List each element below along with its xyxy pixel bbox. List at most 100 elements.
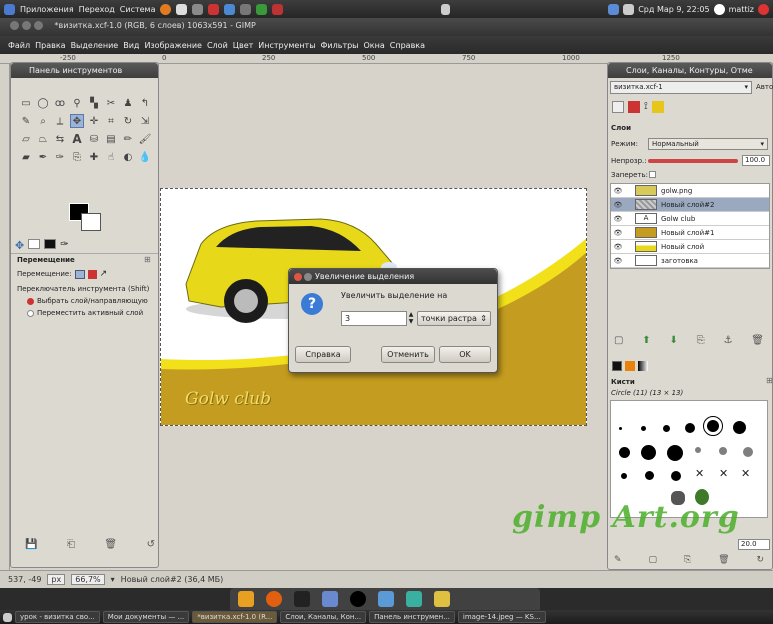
blue-app-launcher-icon[interactable]	[224, 3, 236, 15]
foreground-select-icon[interactable]: ♟	[121, 96, 135, 110]
delete-layer-icon[interactable]: 🗑	[751, 335, 764, 346]
background-color-swatch[interactable]	[81, 213, 101, 231]
red-app-launcher-icon[interactable]	[208, 3, 220, 15]
opacity-value[interactable]: 100.0	[742, 155, 770, 166]
raise-layer-icon[interactable]: ⬆	[642, 335, 650, 346]
patterns-tab-icon[interactable]	[44, 239, 57, 249]
cancel-button[interactable]: Отменить	[381, 346, 435, 363]
channels-tab-icon[interactable]	[628, 101, 640, 113]
menu-windows[interactable]: Окна	[364, 41, 385, 50]
taskbar-item[interactable]: Слои, Каналы, Кон...	[280, 611, 367, 623]
toolbox-title[interactable]: Панель инструментов	[11, 63, 158, 78]
zoom-icon[interactable]: ⌕	[36, 114, 50, 128]
cross-brush-icon[interactable]: ✕	[719, 467, 728, 480]
save-options-icon[interactable]: 💾	[25, 539, 37, 550]
taskbar-item-active[interactable]: *визитка.xcf-1.0 (R...	[192, 611, 278, 623]
terminal-launcher-icon[interactable]	[176, 3, 188, 15]
scale-icon[interactable]: ⇲	[138, 114, 152, 128]
reset-options-icon[interactable]: ↺	[147, 539, 155, 550]
firefox-launcher-icon[interactable]	[160, 3, 172, 15]
show-desktop-icon[interactable]	[3, 612, 12, 622]
dialog-minimize-icon[interactable]	[304, 273, 312, 281]
ubuntu-logo-icon[interactable]	[4, 3, 15, 15]
text-tool-icon[interactable]: A	[70, 132, 84, 146]
layer-row[interactable]: 👁 Новый слой#1	[611, 226, 769, 240]
dock-app-icon[interactable]	[378, 591, 394, 607]
anchor-layer-icon[interactable]: ⚓	[723, 335, 732, 346]
bucket-fill-icon[interactable]: ⛁	[87, 132, 101, 146]
tray-display-icon[interactable]	[608, 3, 620, 15]
menu-edit[interactable]: Правка	[35, 41, 65, 50]
move-options-tab-icon[interactable]: ✥	[15, 239, 24, 253]
zoom-dropdown-icon[interactable]: ▾	[111, 575, 115, 584]
undo-tab-icon[interactable]	[651, 101, 664, 113]
gradients-tab-icon[interactable]	[638, 361, 648, 371]
dialog-close-icon[interactable]	[294, 273, 302, 281]
refresh-brushes-icon[interactable]: ↻	[756, 555, 764, 565]
close-window-icon[interactable]	[10, 21, 19, 30]
menu-image[interactable]: Изображение	[144, 41, 202, 50]
heal-icon[interactable]: ✚	[87, 150, 101, 164]
ellipse-select-icon[interactable]: ◯	[36, 96, 50, 110]
layers-dock-title[interactable]: Слои, Каналы, Контуры, Отме	[608, 63, 772, 78]
smudge-icon[interactable]: ☝	[104, 150, 118, 164]
clone-icon[interactable]: ⎘	[70, 150, 84, 164]
zoom-selector[interactable]: 66,7%	[71, 574, 105, 585]
cross-brush-icon[interactable]: ✕	[695, 467, 704, 480]
taskbar-item[interactable]: Мои документы — ...	[102, 611, 190, 623]
lower-layer-icon[interactable]: ⬇	[669, 335, 677, 346]
duplicate-brush-icon[interactable]: ⎘	[684, 555, 691, 565]
maximize-window-icon[interactable]	[34, 21, 43, 30]
menu-tools[interactable]: Инструменты	[258, 41, 315, 50]
unit-selector[interactable]: px	[47, 574, 66, 585]
layers-tab-icon[interactable]	[612, 101, 624, 113]
auto-button[interactable]: Авто	[756, 83, 773, 91]
dock-tux-icon[interactable]	[350, 591, 366, 607]
help-button[interactable]: Справка	[295, 346, 351, 363]
dock-app-icon[interactable]	[238, 591, 254, 607]
perspective-icon[interactable]: ⏢	[36, 132, 50, 146]
taskbar-item[interactable]: image-14.jpeg — KS...	[457, 611, 546, 623]
menu-places[interactable]: Переход	[79, 5, 115, 14]
paths-tab-icon[interactable]: ⟟	[644, 101, 648, 113]
gray-app-launcher-icon[interactable]	[240, 3, 252, 15]
swirl-app-launcher-icon[interactable]	[272, 3, 284, 15]
menu-layer[interactable]: Слой	[207, 41, 228, 50]
move-path-icon[interactable]: ↗	[100, 269, 108, 279]
fuzzy-select-icon[interactable]: ⚲	[70, 96, 84, 110]
blend-icon[interactable]: ▤	[104, 132, 118, 146]
tray-tool-icon[interactable]	[441, 3, 451, 15]
mode-select[interactable]: Нормальный ▾	[648, 138, 768, 150]
taskbar-item[interactable]: урок - визитка сво...	[15, 611, 100, 623]
user-name[interactable]: mattiz	[729, 5, 754, 14]
visibility-eye-icon[interactable]: 👁	[611, 201, 625, 209]
paintbrush-icon[interactable]: 🖌	[138, 132, 152, 146]
paths-icon[interactable]: ↰	[138, 96, 152, 110]
lock-alpha-checkbox[interactable]	[649, 171, 656, 178]
layer-row[interactable]: 👁 golw.png	[611, 184, 769, 198]
color-select-icon[interactable]: ▚	[87, 96, 101, 110]
dock-app-icon[interactable]	[434, 591, 450, 607]
menu-system[interactable]: Система	[120, 5, 156, 14]
crop-icon[interactable]: ⌗	[104, 114, 118, 128]
brush-spacing-value[interactable]: 20.0	[738, 539, 770, 550]
rect-select-icon[interactable]: ▭	[19, 96, 33, 110]
dodge-burn-icon[interactable]: ◐	[121, 150, 135, 164]
menu-select[interactable]: Выделение	[71, 41, 119, 50]
edit-brush-icon[interactable]: ✎	[614, 555, 622, 565]
ok-button[interactable]: OK	[439, 346, 491, 363]
move-layer-icon[interactable]	[74, 269, 85, 279]
unit-select[interactable]: точки растра ⇕	[417, 311, 491, 326]
vertical-ruler[interactable]	[0, 64, 10, 570]
option-move-active[interactable]: Переместить активный слой	[27, 309, 143, 317]
delete-options-icon[interactable]: 🗑	[104, 539, 117, 550]
menu-colors[interactable]: Цвет	[233, 41, 254, 50]
visibility-eye-icon[interactable]: 👁	[611, 215, 625, 223]
brushes-tab-icon[interactable]	[612, 361, 622, 371]
patterns-tab-icon[interactable]	[625, 361, 635, 371]
cross-brush-icon[interactable]: ✕	[741, 467, 750, 480]
clock[interactable]: Срд Мар 9, 22:05	[638, 5, 709, 14]
duplicate-layer-icon[interactable]: ⎘	[697, 335, 705, 346]
radio-selected-icon[interactable]	[27, 297, 34, 305]
align-icon[interactable]: ✛	[87, 114, 101, 128]
